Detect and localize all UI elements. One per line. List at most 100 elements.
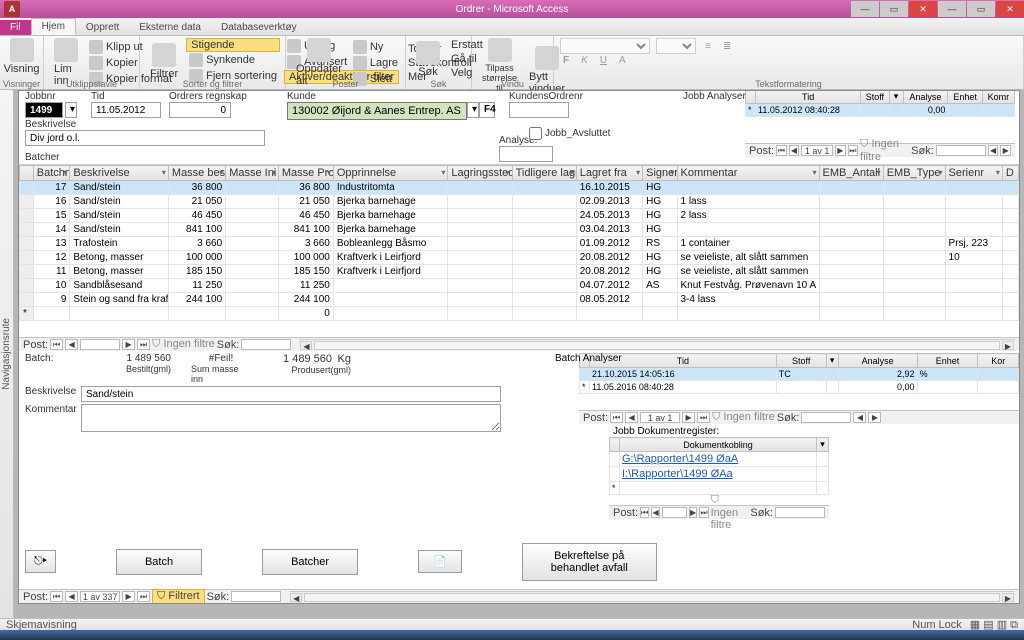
batcher-search[interactable] bbox=[241, 339, 291, 350]
tab-database[interactable]: Databaseverktøy bbox=[211, 20, 307, 35]
table-row[interactable]: 12Betong, masser100 000100 000Kraftverk … bbox=[20, 251, 1019, 265]
visning-button[interactable]: Visning bbox=[6, 38, 37, 75]
table-row[interactable]: 15Sand/stein46 45046 450Bjerka barnehage… bbox=[20, 209, 1019, 223]
col-analyse[interactable]: Analyse bbox=[903, 90, 948, 104]
table-row[interactable]: *11.05.2016 08:40:280,00 bbox=[580, 381, 1019, 394]
col-batch[interactable]: Batchnr▾ bbox=[33, 166, 70, 181]
table-row[interactable]: 16Sand/stein21 05021 050Bjerka barnehage… bbox=[20, 195, 1019, 209]
file-tab[interactable]: Fil bbox=[0, 20, 31, 35]
new-button[interactable]: Ny bbox=[350, 39, 401, 55]
col-besk[interactable]: Beskrivelse▾ bbox=[70, 166, 169, 181]
batch-komm-input[interactable] bbox=[81, 404, 501, 432]
tab-eksterne[interactable]: Eksterne data bbox=[129, 20, 211, 35]
col-lagret[interactable]: Lagret fra▾ bbox=[576, 166, 642, 181]
nav-filtrert[interactable]: ⛉ Filtrert bbox=[152, 589, 204, 604]
sort-asc-button[interactable]: Stigende bbox=[186, 38, 280, 52]
analyse-input[interactable] bbox=[499, 146, 553, 162]
tid-input[interactable] bbox=[91, 102, 161, 118]
navigation-rail[interactable]: Navigasjonsrute bbox=[0, 90, 14, 618]
jobb-analyser-grid: Tid Stoff ▾ Analyse Enhet Komr *11.05.20… bbox=[745, 90, 1015, 117]
table-row[interactable]: 9Stein og sand fra kraftverk i244 100244… bbox=[20, 293, 1019, 307]
col-tid[interactable]: Tid bbox=[756, 90, 861, 104]
besk-input[interactable] bbox=[25, 130, 265, 146]
col-komr[interactable]: Komr bbox=[982, 90, 1014, 104]
kunde-combo-button[interactable]: ▾ bbox=[467, 102, 479, 118]
table-row[interactable]: I:\Rapporter\1499 ØAa bbox=[610, 467, 829, 482]
col-stoff[interactable]: Stoff bbox=[861, 90, 889, 104]
form-hscroll[interactable] bbox=[304, 593, 1000, 602]
nav-search[interactable] bbox=[936, 145, 986, 156]
nav-last[interactable]: ⏭ bbox=[848, 145, 859, 156]
batcher-button[interactable]: Batcher bbox=[262, 549, 358, 575]
col-dokkobling[interactable]: Dokumentkobling bbox=[620, 438, 817, 452]
table-row[interactable]: 11Betong, masser185 150185 150Kraftverk … bbox=[20, 265, 1019, 279]
search-button[interactable]: Søk bbox=[412, 41, 444, 78]
nav-pos[interactable]: 1 av 1 bbox=[801, 145, 833, 156]
table-row[interactable]: 17Sand/stein36 80036 800Industritomta16.… bbox=[20, 181, 1019, 195]
exit-button[interactable]: ⎋▸ bbox=[25, 550, 56, 573]
regnskap-input[interactable] bbox=[169, 102, 231, 118]
report-button[interactable]: 📄 bbox=[418, 550, 462, 573]
minimize-button[interactable]: — bbox=[851, 1, 879, 17]
table-row[interactable]: *0 bbox=[20, 307, 1019, 321]
jobbnr-combo-button[interactable]: ▾ bbox=[65, 102, 77, 118]
table-row[interactable]: 10Sandblåsesand11 25011 25004.07.2012ASK… bbox=[20, 279, 1019, 293]
bold-button[interactable]: F bbox=[560, 54, 572, 67]
table-row[interactable]: 13Trafostein3 6603 660Bobleanlegg Båsmo0… bbox=[20, 237, 1019, 251]
batch-button[interactable]: Batch bbox=[116, 549, 202, 575]
kunde-f4-button[interactable]: F4 bbox=[479, 102, 495, 118]
numbering-icon[interactable]: ≣ bbox=[720, 40, 734, 53]
table-row[interactable]: *11.05.2012 08:40:280,00 bbox=[746, 104, 1015, 117]
col-mbest[interactable]: Masse best▾ bbox=[168, 166, 225, 181]
col-mini[interactable]: Masse Ini▾ bbox=[226, 166, 279, 181]
font-color-button[interactable]: A bbox=[616, 54, 629, 67]
table-row[interactable]: 21.10.2015 14:05:16TC2,92% bbox=[580, 368, 1019, 381]
kundeord-input[interactable] bbox=[509, 102, 569, 118]
batcher-recnav: Post:⏮◀ ▶⏭ ⛉ Ingen filtre Søk: ◀▶ bbox=[19, 337, 1019, 351]
col-emba[interactable]: EMB_Antall▾ bbox=[819, 166, 883, 181]
doc-link-1[interactable]: G:\Rapporter\1499 ØaA bbox=[622, 453, 738, 465]
form-search[interactable] bbox=[231, 591, 281, 602]
col-tidl[interactable]: Tidligere lagr▾ bbox=[512, 166, 576, 181]
col-serie[interactable]: Serienr▾ bbox=[945, 166, 1002, 181]
filter-button[interactable]: Filtrer bbox=[146, 43, 182, 80]
underline-button[interactable]: U bbox=[597, 54, 610, 67]
bekreftelse-button[interactable]: Bekreftelse påbehandlet avfall bbox=[522, 543, 657, 581]
col-sign[interactable]: Signeri▾ bbox=[643, 166, 677, 181]
sort-desc-button[interactable]: Synkende bbox=[186, 52, 280, 68]
table-row[interactable]: * bbox=[610, 482, 829, 495]
table-row[interactable]: 14Sand/stein841 100841 100Bjerka barneha… bbox=[20, 223, 1019, 237]
kunde-combo[interactable]: 130002 Øijord & Aanes Entrep. AS bbox=[287, 102, 467, 120]
col-embt[interactable]: EMB_Type▾ bbox=[883, 166, 945, 181]
col-komm[interactable]: Kommentar▾ bbox=[677, 166, 819, 181]
table-row[interactable]: G:\Rapporter\1499 ØaA bbox=[610, 452, 829, 467]
doc-link-2[interactable]: I:\Rapporter\1499 ØAa bbox=[622, 468, 733, 480]
nav-prev[interactable]: ◀ bbox=[789, 145, 800, 156]
font-select[interactable] bbox=[560, 38, 650, 54]
col-lager[interactable]: Lagringssted▾ bbox=[448, 166, 512, 181]
tab-opprett[interactable]: Opprett bbox=[76, 20, 129, 35]
col-d[interactable]: D bbox=[1002, 166, 1018, 181]
close-button[interactable]: ✕ bbox=[909, 1, 937, 17]
save-button[interactable]: Lagre bbox=[350, 55, 401, 71]
batch-besk-input[interactable] bbox=[81, 386, 501, 402]
label-jobbdok: Jobb Dokumentregister: bbox=[579, 424, 1019, 437]
grid-icon bbox=[10, 38, 34, 62]
col-opp[interactable]: Opprinnelse▾ bbox=[333, 166, 448, 181]
jobbnr-input[interactable] bbox=[25, 102, 63, 118]
batcher-hscroll[interactable] bbox=[314, 341, 1000, 350]
tab-hjem[interactable]: Hjem bbox=[31, 18, 76, 35]
col-enhet[interactable]: Enhet bbox=[948, 90, 983, 104]
status-numlock: Num Lock bbox=[912, 619, 962, 631]
nav-first[interactable]: ⏮ bbox=[776, 145, 787, 156]
minimize-button-2[interactable]: — bbox=[938, 1, 966, 17]
nav-next[interactable]: ▶ bbox=[835, 145, 846, 156]
italic-button[interactable]: K bbox=[578, 54, 591, 67]
size-select[interactable] bbox=[656, 38, 696, 54]
col-mpro[interactable]: Masse Pro▾ bbox=[278, 166, 333, 181]
close-button-2[interactable]: ✕ bbox=[996, 1, 1024, 17]
jobbavsluttet-checkbox[interactable] bbox=[529, 127, 542, 140]
restore-button[interactable]: ▭ bbox=[880, 1, 908, 17]
restore-button-2[interactable]: ▭ bbox=[967, 1, 995, 17]
bullets-icon[interactable]: ≡ bbox=[702, 40, 714, 53]
